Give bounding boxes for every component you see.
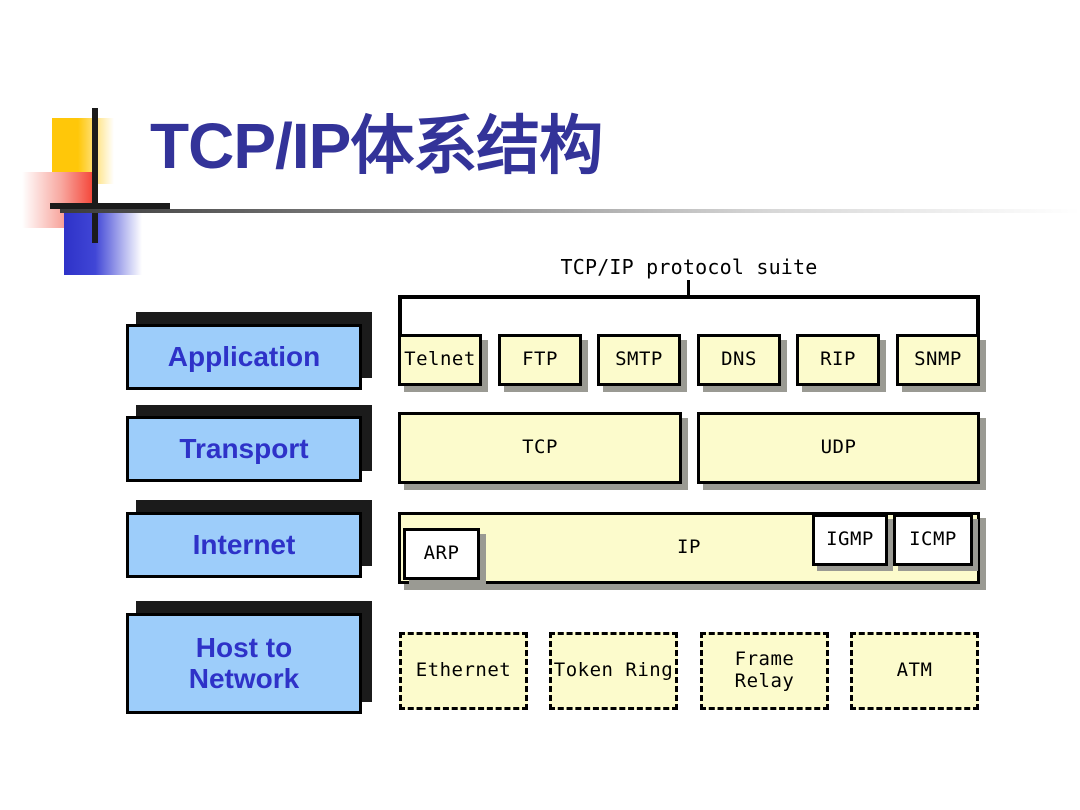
protocol-label: UDP [820,436,857,459]
protocol-box-tcp[interactable]: TCP [398,412,682,484]
layer-label-host-to-network: Host to Network [126,613,362,714]
protocol-label: Token Ring [553,659,674,682]
protocol-box-telnet[interactable]: Telnet [398,334,482,386]
protocol-label: DNS [721,348,757,371]
protocol-box-dns[interactable]: DNS [697,334,781,386]
protocol-label: SMTP [615,348,663,371]
layer-label-text-line2: Network [188,662,300,694]
protocol-label: IP [677,536,701,559]
protocol-box-rip[interactable]: RIP [796,334,880,386]
protocol-label: SNMP [914,348,962,371]
layer-label-text: Application [167,340,321,372]
layer-label-transport: Transport [126,416,362,482]
protocol-label: FTP [522,348,558,371]
protocol-box-ftp[interactable]: FTP [498,334,582,386]
protocol-box-igmp[interactable]: IGMP [812,514,888,566]
layer-label-internet: Internet [126,512,362,578]
layer-label-text: Transport [179,432,309,464]
protocol-label-line2: Relay [734,670,795,692]
protocol-label-line1: Frame [734,648,795,671]
protocol-label: RIP [820,348,856,371]
protocol-label: ARP [423,542,460,565]
protocol-box-frame-relay[interactable]: Frame Relay [700,632,829,710]
protocol-label: ICMP [909,528,957,551]
layer-label-text-line1: Host to [195,631,293,663]
protocol-label: Telnet [404,348,476,371]
protocol-label: Ethernet [415,659,512,682]
protocol-box-token-ring[interactable]: Token Ring [549,632,678,710]
suite-label: TCP/IP protocol suite [560,255,818,279]
protocol-label: IGMP [826,528,874,551]
protocol-label: TCP [522,436,558,459]
protocol-box-udp[interactable]: UDP [697,412,980,484]
protocol-box-snmp[interactable]: SNMP [896,334,980,386]
protocol-box-icmp[interactable]: ICMP [893,514,973,566]
protocol-box-arp[interactable]: ARP [403,528,480,580]
protocol-box-atm[interactable]: ATM [850,632,979,710]
protocol-label: ATM [896,659,933,682]
protocol-box-smtp[interactable]: SMTP [597,334,681,386]
layer-label-application: Application [126,324,362,390]
layer-label-text: Internet [192,528,296,560]
tcpip-architecture-diagram: TCP/IP protocol suite Application Telnet… [0,0,1080,810]
protocol-box-ethernet[interactable]: Ethernet [399,632,528,710]
